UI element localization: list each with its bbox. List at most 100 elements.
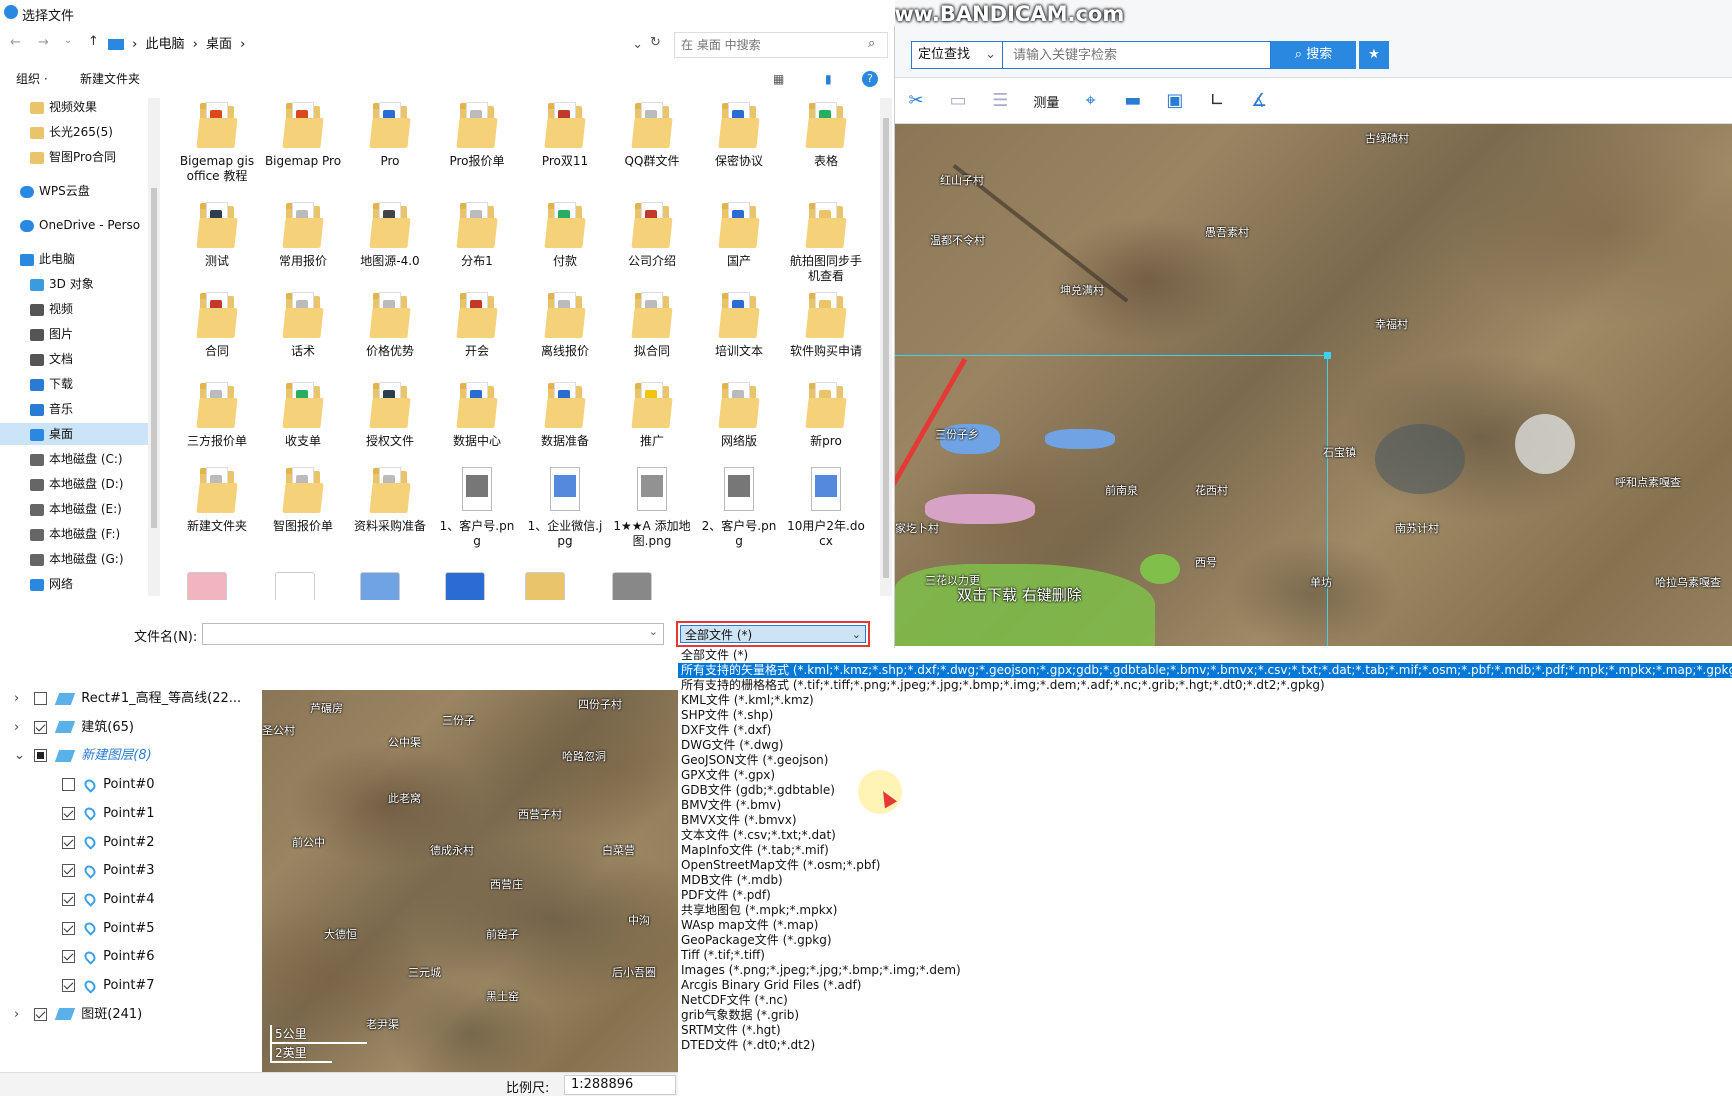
expand-chevron-icon[interactable]: ⌄ — [14, 743, 30, 769]
nav-item[interactable]: 3D 对象 — [0, 273, 148, 295]
expand-chevron-icon[interactable]: › — [14, 686, 30, 712]
file-item[interactable]: Bigemap Pro — [263, 100, 343, 169]
layer-item[interactable]: Point#1 — [62, 801, 155, 827]
file-item-partial[interactable] — [525, 572, 565, 600]
filename-input[interactable]: ⌄ — [202, 623, 664, 645]
filter-option[interactable]: BMV文件 (*.bmv) — [678, 798, 1732, 813]
file-item[interactable]: 新建文件夹 — [177, 465, 257, 534]
filter-option[interactable]: 共享地图包 (*.mpk;*.mpkx) — [678, 903, 1732, 918]
file-item[interactable]: 软件购买申请 — [786, 290, 866, 359]
file-item[interactable]: 航拍图同步手机查看 — [786, 200, 866, 284]
file-item[interactable]: 网络版 — [699, 380, 779, 449]
file-scrollbar[interactable] — [880, 98, 892, 596]
nav-item[interactable]: 本地磁盘 (C:) — [0, 448, 148, 470]
filter-option[interactable]: SRTM文件 (*.hgt) — [678, 1023, 1732, 1038]
filter-option[interactable]: GeoJSON文件 (*.geojson) — [678, 753, 1732, 768]
map-search-input[interactable] — [1003, 41, 1271, 69]
layer-item[interactable]: Point#7 — [62, 973, 155, 999]
file-item[interactable]: 收支单 — [263, 380, 343, 449]
file-item[interactable]: 数据中心 — [437, 380, 517, 449]
back-arrow-icon[interactable]: ← — [10, 35, 21, 50]
dialog-search-input[interactable] — [674, 32, 888, 58]
file-item[interactable]: 常用报价 — [263, 200, 343, 269]
file-item[interactable]: 1、企业微信.jpg — [525, 465, 605, 549]
ruler-icon[interactable]: ▬ — [1120, 88, 1146, 114]
file-item[interactable]: 话术 — [263, 290, 343, 359]
file-item[interactable]: 2、客户号.png — [699, 465, 779, 549]
filter-option[interactable]: DWG文件 (*.dwg) — [678, 738, 1732, 753]
nav-item[interactable]: 视频效果 — [0, 96, 148, 118]
file-item[interactable]: Bigemap gis office 教程 — [177, 100, 257, 184]
filter-option[interactable]: MapInfo文件 (*.tab;*.mif) — [678, 843, 1732, 858]
file-scroll-thumb[interactable] — [883, 118, 889, 578]
organize-button[interactable]: 组织 · — [16, 66, 48, 92]
filter-option[interactable]: grib气象数据 (*.grib) — [678, 1008, 1732, 1023]
file-item[interactable]: 表格 — [786, 100, 866, 169]
file-item[interactable]: QQ群文件 — [612, 100, 692, 169]
layer-checkbox[interactable] — [34, 720, 48, 734]
filter-option[interactable]: WAsp map文件 (*.map) — [678, 918, 1732, 933]
favorite-button[interactable]: ★ — [1359, 41, 1389, 69]
nav-item[interactable]: 本地磁盘 (D:) — [0, 473, 148, 495]
mini-map[interactable]: 芦碾房 四份子村 三份子 圣公村 公中渠 哈路忽洞 此老窝 西营子村 前公中 德成永村 白菜营 西营庄… — [262, 690, 678, 1072]
filter-option[interactable]: BMVX文件 (*.bmvx) — [678, 813, 1732, 828]
nav-item[interactable]: 网络 — [0, 573, 148, 595]
nav-item[interactable]: 下载 — [0, 373, 148, 395]
filter-option[interactable]: SHP文件 (*.shp) — [678, 708, 1732, 723]
file-item[interactable]: 价格优势 — [350, 290, 430, 359]
file-item[interactable]: 培训文本 — [699, 290, 779, 359]
nav-item[interactable]: 长光265(5) — [0, 121, 148, 143]
breadcrumb-item[interactable]: 桌面 — [206, 37, 232, 52]
azimuth-icon[interactable]: ∡ — [1246, 88, 1272, 114]
nav-item[interactable]: 本地磁盘 (F:) — [0, 523, 148, 545]
file-item[interactable]: 合同 — [177, 290, 257, 359]
layer-checkbox[interactable] — [62, 950, 75, 964]
filter-option[interactable]: Images (*.png;*.jpeg;*.jpg;*.bmp;*.img;*… — [678, 963, 1732, 978]
nav-item[interactable]: 文档 — [0, 348, 148, 370]
layer-checkbox[interactable] — [62, 778, 75, 792]
file-item[interactable]: 三方报价单 — [177, 380, 257, 449]
nav-item[interactable]: 智图Pro合同 — [0, 146, 148, 168]
file-item[interactable]: 开会 — [437, 290, 517, 359]
layer-checkbox[interactable] — [62, 979, 75, 992]
filter-option[interactable]: PDF文件 (*.pdf) — [678, 888, 1732, 903]
file-item-partial[interactable] — [612, 572, 652, 600]
layer-checkbox[interactable] — [34, 692, 48, 705]
file-item[interactable]: 1★★A 添加地图.png — [612, 465, 692, 549]
layer-checkbox[interactable] — [62, 864, 75, 878]
layer-item[interactable]: Point#6 — [62, 944, 155, 970]
file-item[interactable]: 付款 — [525, 200, 605, 269]
expand-chevron-icon[interactable]: › — [14, 1002, 30, 1028]
file-item[interactable]: 智图报价单 — [263, 465, 343, 534]
filter-option[interactable]: GPX文件 (*.gpx) — [678, 768, 1732, 783]
file-item[interactable]: Pro — [350, 100, 430, 169]
file-item[interactable]: 分布1 — [437, 200, 517, 269]
file-item[interactable]: Pro双11 — [525, 100, 605, 169]
file-item[interactable]: 10用户2年.docx — [786, 465, 866, 549]
filter-select-inner[interactable]: 全部文件 (*) ⌄ — [680, 625, 866, 643]
file-item[interactable]: 新pro — [786, 380, 866, 449]
filter-select[interactable]: 全部文件 (*) ⌄ — [676, 621, 870, 647]
nav-item[interactable]: 桌面 — [0, 423, 148, 445]
file-item[interactable]: 数据准备 — [525, 380, 605, 449]
layer-item[interactable]: Point#2 — [62, 830, 155, 856]
chevron-down-icon[interactable]: ⌄ — [632, 32, 643, 58]
filter-option[interactable]: GeoPackage文件 (*.gpkg) — [678, 933, 1732, 948]
file-item[interactable]: 地图源-4.0 — [350, 200, 430, 269]
layer-item[interactable]: › 图斑(241) — [14, 1002, 142, 1028]
filter-option[interactable]: Tiff (*.tif;*.tiff) — [678, 948, 1732, 963]
up-arrow-icon[interactable]: ↑ — [88, 34, 99, 49]
locate-dropdown[interactable]: 定位查找 ⌄ — [911, 41, 1003, 69]
file-item[interactable]: 资料采购准备 — [350, 465, 430, 534]
map-search-button[interactable]: ⌕ 搜索 — [1271, 41, 1356, 69]
list-icon[interactable]: ☰ — [987, 88, 1013, 114]
layer-item[interactable]: › Rect#1_高程_等高线(22... — [14, 686, 241, 712]
filter-option[interactable]: 全部文件 (*) — [678, 648, 1732, 663]
file-item[interactable]: 离线报价 — [525, 290, 605, 359]
new-folder-button[interactable]: 新建文件夹 — [80, 66, 140, 92]
expand-chevron-icon[interactable]: › — [14, 715, 30, 741]
nav-item[interactable]: 此电脑 — [0, 248, 148, 270]
layer-checkbox[interactable] — [34, 749, 48, 763]
location-pin-icon[interactable]: ⌖ — [1078, 88, 1104, 114]
file-item[interactable]: 测试 — [177, 200, 257, 269]
